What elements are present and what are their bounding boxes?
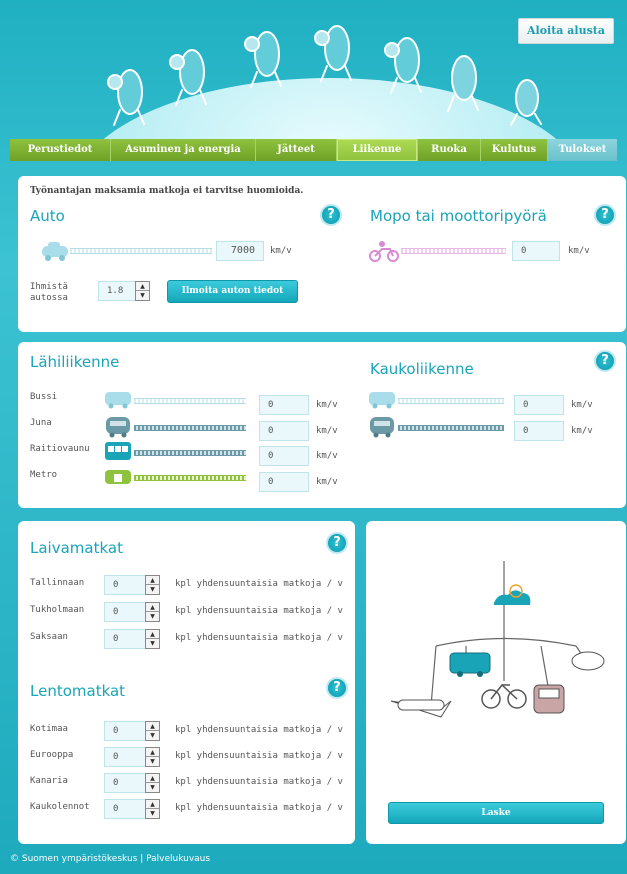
bus-icon — [105, 392, 131, 409]
coach-km-field[interactable]: 0 — [514, 395, 564, 415]
transit-panel: Lähiliikenne Kaukoliikenne ? Bussi 0 km/… — [18, 342, 626, 508]
long-train-unit: km/v — [571, 426, 593, 436]
car-panel: Työnantajan maksamia matkoja ei tarvitse… — [18, 176, 626, 332]
flight-row-suffix: kpl yhdensuuntaisia matkoja / v — [175, 725, 343, 735]
train-slider[interactable] — [134, 425, 246, 431]
metro-unit: km/v — [316, 477, 338, 487]
tram-label: Raitiovaunu — [30, 444, 90, 454]
tab-asuminen-ja-energia[interactable]: Asuminen ja energia — [111, 139, 256, 161]
ship-row-suffix: kpl yhdensuuntaisia matkoja / v — [175, 606, 343, 616]
flight-trips-title: Lentomatkat — [30, 682, 126, 700]
flight-row-stepper[interactable]: ▲ ▼ — [145, 747, 160, 767]
transit-help-icon[interactable]: ? — [594, 350, 616, 372]
tram-slider[interactable] — [134, 450, 246, 456]
long-train-icon — [370, 417, 394, 438]
moto-km-field[interactable]: 0 — [512, 241, 560, 261]
local-transit-title: Lähiliikenne — [30, 353, 120, 371]
moto-help-icon[interactable]: ? — [594, 204, 616, 226]
flight-row-label: Eurooppa — [30, 750, 74, 760]
header-banner: Aloita alusta — [0, 0, 627, 140]
tab-jatteet[interactable]: Jätteet — [256, 139, 337, 161]
flight-row-suffix: kpl yhdensuuntaisia matkoja / v — [175, 751, 343, 761]
calculate-button[interactable]: Laske — [388, 802, 604, 824]
tram-unit: km/v — [316, 451, 338, 461]
flight-row-label: Kotimaa — [30, 724, 68, 734]
trips-panel: Laivamatkat ? Tallinnaan 0 ▲ ▼ kpl yhdens… — [18, 521, 355, 844]
moto-distance-slider[interactable] — [401, 248, 506, 254]
long-train-slider[interactable] — [398, 425, 504, 431]
coach-slider[interactable] — [398, 398, 504, 404]
people-in-car-label: Ihmistä autossa — [30, 282, 68, 303]
page: Aloita alusta Perustiedot Asuminen ja en… — [0, 0, 627, 874]
metro-label: Metro — [30, 470, 58, 480]
flight-row-stepper[interactable]: ▲ ▼ — [145, 721, 160, 741]
tram-km-field[interactable]: 0 — [259, 446, 309, 466]
flight-row-stepper[interactable]: ▲ ▼ — [145, 799, 160, 819]
main-tabs: Perustiedot Asuminen ja energia Jätteet … — [10, 139, 617, 161]
train-label: Juna — [30, 418, 52, 428]
footer-text[interactable]: © Suomen ympäristökeskus | Palvelukuvaus — [10, 854, 210, 864]
car-icon — [42, 242, 68, 261]
ship-row-stepper[interactable]: ▲ ▼ — [145, 629, 160, 649]
flight-row-field[interactable]: 0 — [104, 721, 146, 741]
ship-row-field[interactable]: 0 — [104, 575, 146, 595]
train-unit: km/v — [316, 426, 338, 436]
ship-row-stepper[interactable]: ▲ ▼ — [145, 602, 160, 622]
illustration-panel: Laske — [366, 521, 626, 844]
restart-button[interactable]: Aloita alusta — [518, 18, 614, 44]
ship-row-field[interactable]: 0 — [104, 629, 146, 649]
bus-label: Bussi — [30, 392, 58, 402]
car-distance-slider[interactable] — [70, 248, 212, 254]
car-title: Auto — [30, 207, 65, 225]
ship-row-label: Tukholmaan — [30, 605, 85, 615]
tab-perustiedot[interactable]: Perustiedot — [10, 139, 111, 161]
train-km-field[interactable]: 0 — [259, 421, 309, 441]
flight-row-stepper[interactable]: ▲ ▼ — [145, 773, 160, 793]
motorcycle-icon — [369, 241, 399, 262]
train-icon — [106, 417, 130, 438]
car-details-button[interactable]: Ilmoita auton tiedot — [167, 280, 298, 303]
long-distance-title: Kaukoliikenne — [370, 360, 474, 378]
tab-tulokset[interactable]: Tulokset — [548, 139, 617, 161]
bus-unit: km/v — [316, 400, 338, 410]
ship-trips-title: Laivamatkat — [30, 539, 123, 557]
tram-icon — [105, 442, 131, 460]
long-train-km-field[interactable]: 0 — [514, 421, 564, 441]
ship-row-stepper[interactable]: ▲ ▼ — [145, 575, 160, 595]
metro-slider[interactable] — [134, 475, 246, 481]
people-in-car-field[interactable]: 1.8 — [98, 281, 136, 301]
ship-row-field[interactable]: 0 — [104, 602, 146, 622]
flight-row-suffix: kpl yhdensuuntaisia matkoja / v — [175, 803, 343, 813]
tab-kulutus[interactable]: Kulutus — [481, 139, 548, 161]
flight-row-label: Kanaria — [30, 776, 68, 786]
metro-km-field[interactable]: 0 — [259, 472, 309, 492]
flight-help-icon[interactable]: ? — [326, 677, 348, 699]
bus-slider[interactable] — [134, 398, 246, 404]
coach-icon — [369, 392, 395, 409]
ship-row-suffix: kpl yhdensuuntaisia matkoja / v — [175, 633, 343, 643]
tab-liikenne[interactable]: Liikenne — [337, 139, 418, 161]
car-km-field[interactable]: 7000 — [216, 241, 264, 261]
ship-row-suffix: kpl yhdensuuntaisia matkoja / v — [175, 579, 343, 589]
ship-row-label: Tallinnaan — [30, 578, 85, 588]
employer-trips-note: Työnantajan maksamia matkoja ei tarvitse… — [30, 186, 304, 196]
tab-ruoka[interactable]: Ruoka — [418, 139, 481, 161]
flight-row-suffix: kpl yhdensuuntaisia matkoja / v — [175, 777, 343, 787]
moto-unit: km/v — [568, 246, 590, 256]
people-in-car-stepper[interactable]: ▲ ▼ — [135, 281, 150, 301]
car-help-icon[interactable]: ? — [320, 204, 342, 226]
coach-unit: km/v — [571, 400, 593, 410]
ship-row-label: Saksaan — [30, 632, 68, 642]
flight-row-field[interactable]: 0 — [104, 799, 146, 819]
bus-km-field[interactable]: 0 — [259, 395, 309, 415]
metro-icon — [105, 470, 131, 484]
moto-title: Mopo tai moottoripyörä — [370, 207, 547, 225]
car-unit: km/v — [270, 246, 292, 256]
transport-mobile-illustration — [390, 561, 605, 718]
ship-help-icon[interactable]: ? — [326, 532, 348, 554]
flight-row-field[interactable]: 0 — [104, 747, 146, 767]
flight-row-label: Kaukolennot — [30, 802, 90, 812]
flight-row-field[interactable]: 0 — [104, 773, 146, 793]
